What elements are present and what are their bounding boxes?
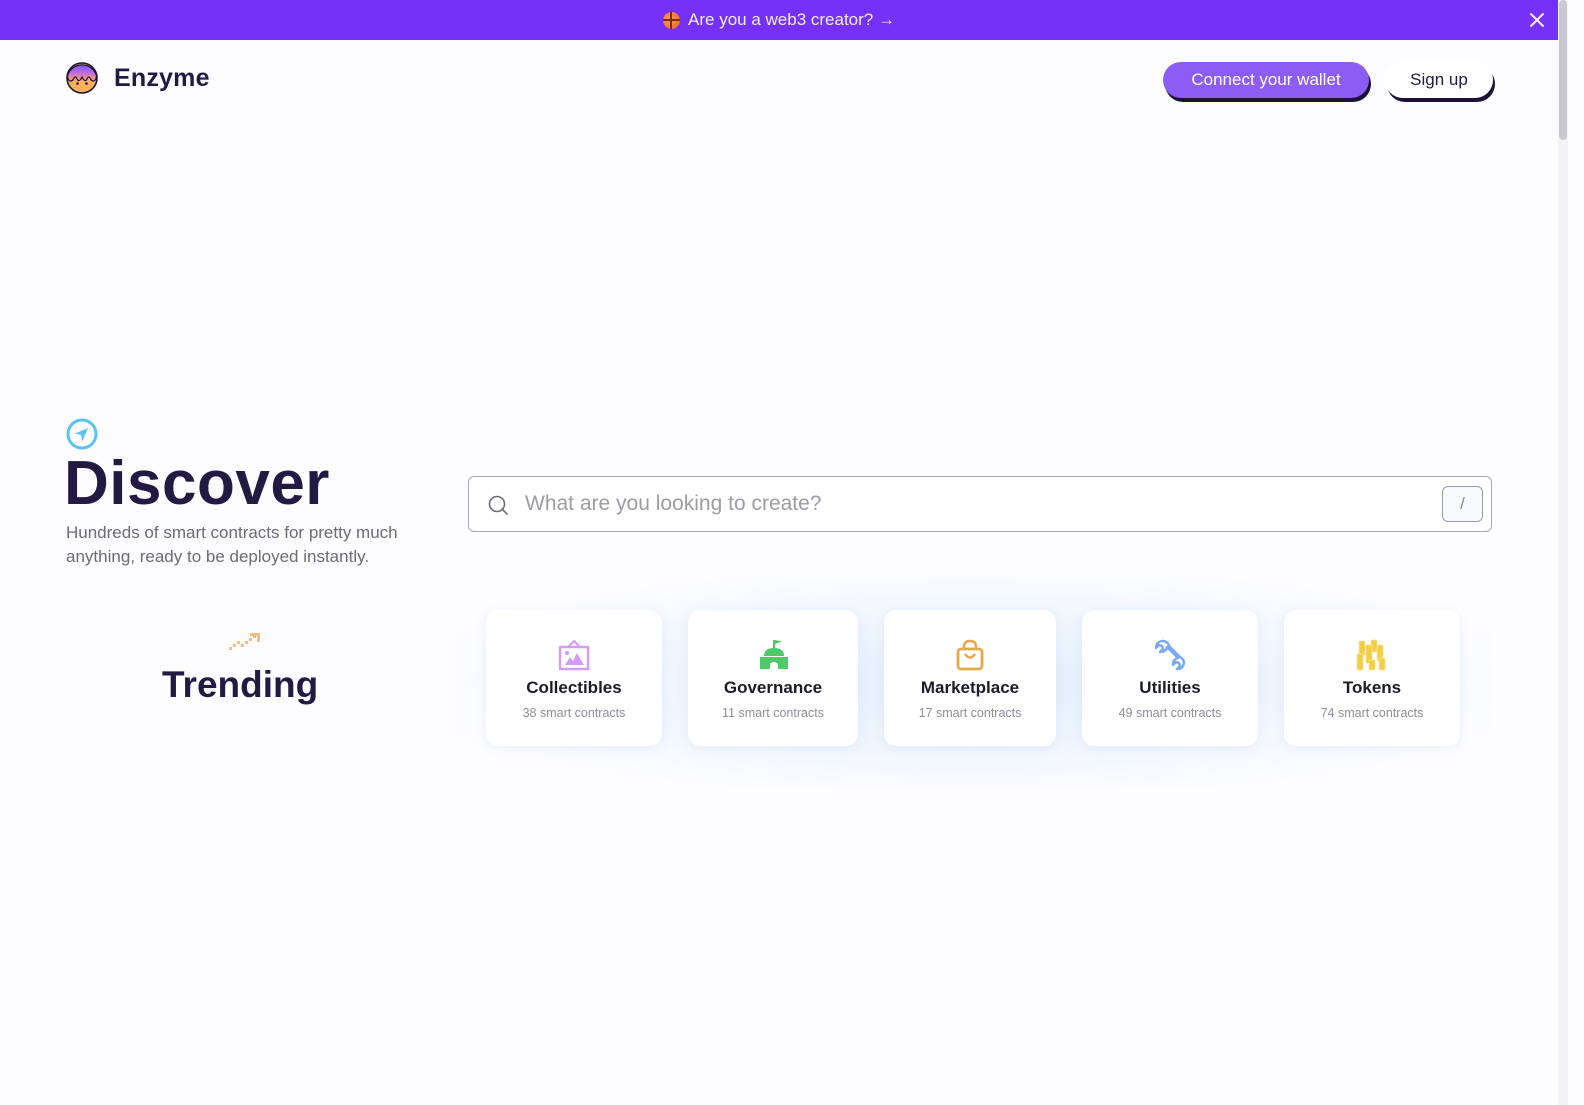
page-subtitle: Hundreds of smart contracts for pretty m…: [66, 523, 398, 566]
trending-title: Trending: [162, 664, 319, 705]
category-card-governance[interactable]: Governance 11 smart contracts: [688, 610, 858, 746]
category-card-utilities[interactable]: Utilities 49 smart contracts: [1082, 610, 1258, 746]
logo[interactable]: Enzyme: [66, 62, 210, 94]
category-title: Governance: [723, 678, 823, 697]
logo-text: Enzyme: [114, 63, 210, 92]
trending-up-icon: [229, 633, 260, 650]
category-count: 38 smart contracts: [522, 706, 626, 720]
category-card-collectibles[interactable]: Collectibles 38 smart contracts: [486, 610, 662, 746]
enzyme-logo-icon: [66, 62, 98, 94]
banner-link[interactable]: Are you a web3 creator? →: [663, 10, 895, 30]
banner-text: Are you a web3 creator? →: [688, 10, 895, 29]
category-count: 11 smart contracts: [722, 706, 824, 720]
castle-flag-icon: [756, 638, 790, 672]
keyboard-shortcut-hint: /: [1442, 486, 1483, 522]
basketball-icon: [663, 11, 681, 29]
page-title: Discover: [64, 449, 330, 518]
compass-icon: [66, 418, 98, 450]
category-count: 17 smart contracts: [918, 706, 1022, 720]
shopping-bag-icon: [953, 638, 987, 672]
category-title: Marketplace: [920, 678, 1020, 697]
category-card-marketplace[interactable]: Marketplace 17 smart contracts: [884, 610, 1056, 746]
coin-stacks-icon: [1355, 638, 1389, 672]
connect-wallet-button[interactable]: Connect your wallet: [1163, 62, 1369, 98]
close-icon[interactable]: [1526, 9, 1548, 31]
picture-frame-icon: [557, 638, 591, 672]
search-input[interactable]: [525, 485, 1425, 523]
page: Are you a web3 creator? → Enzyme Connect…: [0, 0, 1568, 1105]
search-icon: [488, 495, 508, 515]
category-count: 74 smart contracts: [1320, 706, 1424, 720]
announcement-banner: Are you a web3 creator? →: [0, 0, 1558, 40]
category-title: Collectibles: [526, 678, 622, 697]
category-card-tokens[interactable]: Tokens 74 smart contracts: [1284, 610, 1460, 746]
search-box: /: [468, 476, 1492, 532]
sign-up-button[interactable]: Sign up: [1385, 62, 1493, 98]
category-count: 49 smart contracts: [1118, 706, 1222, 720]
category-title: Tokens: [1342, 678, 1402, 697]
scrollbar-track[interactable]: [1558, 0, 1568, 1105]
scrollbar-thumb[interactable]: [1559, 0, 1567, 140]
category-title: Utilities: [1139, 678, 1201, 697]
wrench-icon: [1153, 638, 1187, 672]
